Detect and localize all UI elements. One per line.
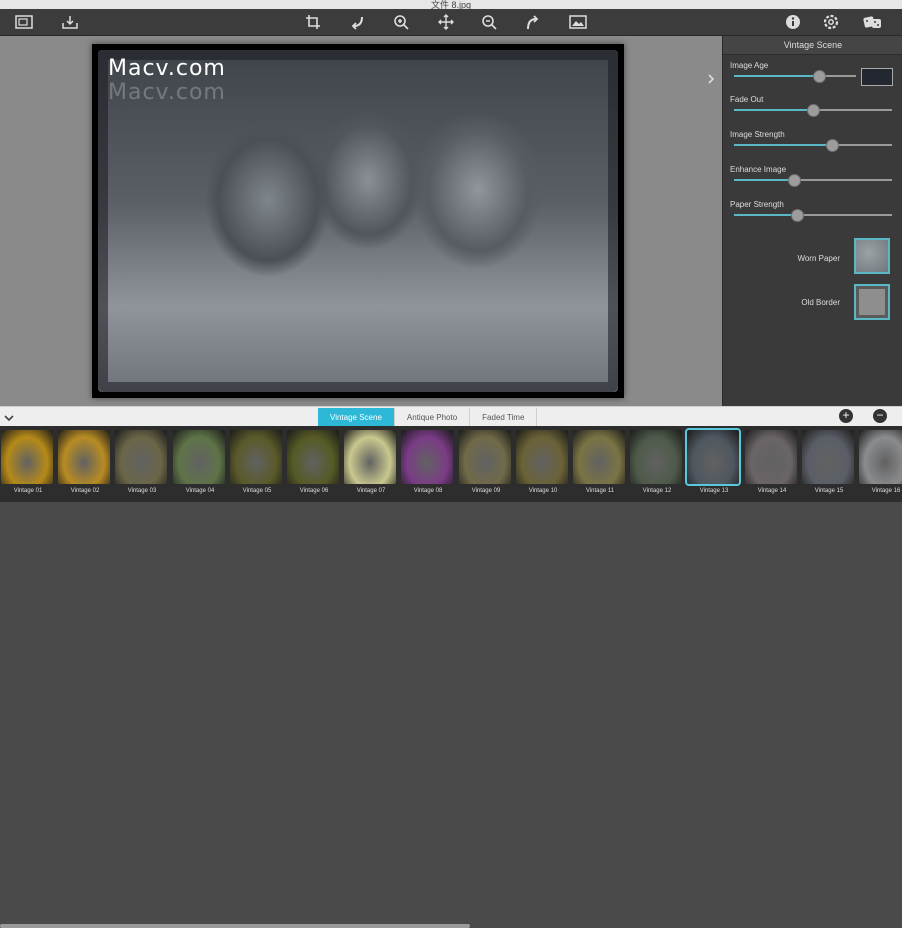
preset-tab-bar: Vintage Scene Antique Photo Faded Time +… (0, 406, 902, 427)
add-preset-button[interactable]: + (839, 409, 853, 423)
preset-label: Vintage 13 (699, 488, 729, 494)
texture-label: Worn Paper (797, 254, 840, 263)
slider-enhance-image[interactable]: Enhance Image (730, 165, 900, 189)
tab-faded-time[interactable]: Faded Time (470, 408, 538, 427)
preset-label: Vintage 03 (127, 488, 157, 494)
slider-knob[interactable] (791, 209, 805, 222)
zoom-in-icon[interactable] (390, 12, 412, 32)
slider-knob[interactable] (788, 174, 802, 187)
preset-label: Vintage 09 (471, 488, 501, 494)
slider-track[interactable] (734, 144, 892, 146)
preset-label: Vintage 02 (70, 488, 100, 494)
slider-track-rest (831, 144, 892, 146)
settings-icon[interactable] (820, 12, 842, 32)
preset-label: Vintage 06 (299, 488, 329, 494)
preset-label: Vintage 07 (356, 488, 386, 494)
panel-toggle-icon[interactable] (706, 72, 720, 88)
preset-label: Vintage 15 (814, 488, 844, 494)
slider-track-rest (794, 179, 892, 181)
preset-thumbnail[interactable] (745, 430, 797, 484)
slider-image-strength[interactable]: Image Strength (730, 130, 900, 154)
preset-label: Vintage 11 (585, 488, 615, 494)
worn-paper-thumbnail[interactable] (854, 238, 890, 274)
preset-thumbnail[interactable] (685, 428, 741, 486)
slider-track-rest (813, 109, 892, 111)
image-canvas[interactable]: Macv.com Macv.com (0, 36, 722, 406)
slider-knob[interactable] (807, 104, 820, 117)
slider-track[interactable] (734, 75, 856, 77)
export-icon[interactable] (59, 12, 81, 32)
preset-thumbnail[interactable] (173, 430, 225, 484)
compare-icon[interactable] (567, 12, 589, 32)
preset-thumbnail[interactable] (58, 430, 110, 484)
preset-thumbnail[interactable] (516, 430, 568, 484)
preset-thumbnail[interactable] (287, 430, 339, 484)
preset-label: Vintage 16 (871, 488, 901, 494)
preset-thumbnail[interactable] (802, 430, 854, 484)
toolbar (0, 9, 902, 36)
tab-antique-photo[interactable]: Antique Photo (395, 408, 471, 427)
preset-label: Vintage 12 (642, 488, 672, 494)
rotate-left-icon[interactable] (346, 12, 368, 32)
preset-thumbnail[interactable] (573, 430, 625, 484)
preset-label: Vintage 04 (185, 488, 215, 494)
preset-label: Vintage 05 (242, 488, 272, 494)
info-icon[interactable] (782, 12, 804, 32)
preset-thumbnail[interactable] (1, 430, 53, 484)
slider-knob[interactable] (813, 70, 827, 83)
category-tabs: Vintage Scene Antique Photo Faded Time (318, 408, 538, 427)
preset-thumbnail[interactable] (630, 430, 682, 484)
preset-thumbnail[interactable] (115, 430, 167, 484)
slider-label: Image Strength (730, 130, 785, 139)
open-image-icon[interactable] (13, 12, 35, 32)
slider-label: Enhance Image (730, 165, 787, 174)
tab-vintage-scene[interactable]: Vintage Scene (318, 408, 395, 427)
texture-label: Old Border (801, 298, 840, 307)
preset-label: Vintage 10 (528, 488, 558, 494)
adjustment-panel: Vintage Scene Image Age Fade Out Image Str… (722, 36, 902, 406)
slider-knob[interactable] (825, 139, 839, 152)
slider-fade-out[interactable]: Fade Out (730, 95, 900, 119)
zoom-out-icon[interactable] (478, 12, 500, 32)
slider-track[interactable] (734, 179, 892, 181)
color-swatch[interactable] (861, 68, 893, 86)
filmstrip-scrollbar[interactable] (0, 924, 470, 928)
watermark: Macv.com (108, 56, 226, 81)
preset-label: Vintage 08 (413, 488, 443, 494)
old-border-thumbnail[interactable] (854, 284, 890, 320)
slider-label: Paper Strength (730, 200, 784, 209)
preset-thumbnail[interactable] (859, 430, 902, 484)
crop-icon[interactable] (302, 12, 324, 32)
rotate-right-icon[interactable] (522, 12, 544, 32)
remove-preset-button[interactable]: − (873, 409, 887, 423)
preset-label: Vintage 01 (13, 488, 43, 494)
preset-filmstrip: Vintage 01 Vintage 02 Vintage 03 Vintage 04… (0, 426, 902, 928)
preset-label: Vintage 14 (757, 488, 787, 494)
slider-paper-strength[interactable]: Paper Strength (730, 200, 900, 224)
watermark-shadow: Macv.com (108, 80, 226, 105)
preset-thumbnail[interactable] (401, 430, 453, 484)
move-icon[interactable] (435, 12, 457, 32)
random-icon[interactable] (862, 12, 884, 32)
panel-title: Vintage Scene (723, 36, 902, 55)
slider-track-rest (797, 214, 892, 216)
preset-thumbnail[interactable] (344, 430, 396, 484)
preset-thumbnail[interactable] (230, 430, 282, 484)
slider-track[interactable] (734, 214, 892, 216)
preset-thumbnail[interactable] (459, 430, 511, 484)
slider-label: Fade Out (730, 95, 764, 104)
photo-preview: Macv.com Macv.com (92, 44, 624, 398)
